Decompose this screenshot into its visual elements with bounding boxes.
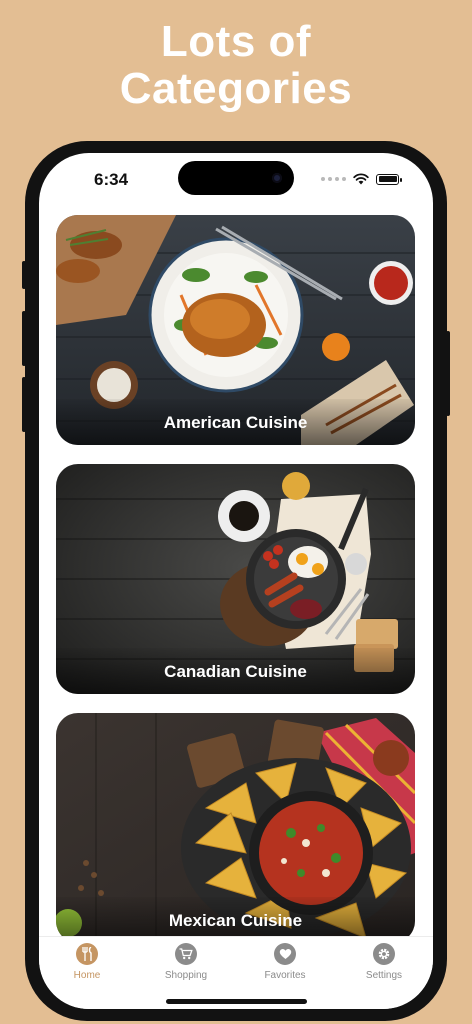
- tab-label: Home: [73, 970, 101, 981]
- utensils-icon: [76, 943, 98, 965]
- phone-frame: 6:34 American Cuisine Canadian Cuisine M…: [22, 141, 450, 1021]
- tab-settings[interactable]: Settings: [344, 943, 424, 981]
- home-indicator[interactable]: [166, 999, 307, 1004]
- category-title: Mexican Cuisine: [168, 911, 303, 930]
- category-title: American Cuisine: [163, 413, 308, 432]
- category-card-mexican[interactable]: Mexican Cuisine: [56, 713, 415, 943]
- action-button: [22, 261, 26, 289]
- category-card-american[interactable]: American Cuisine: [56, 215, 415, 445]
- promo-headline: Lots of Categories: [0, 18, 472, 112]
- gear-icon: [373, 943, 395, 965]
- app-screen: 6:34 American Cuisine Canadian Cuisine M…: [39, 153, 433, 1009]
- tab-label: Favorites: [264, 970, 306, 981]
- category-card-canadian[interactable]: Canadian Cuisine: [56, 464, 415, 694]
- cart-icon: [175, 943, 197, 965]
- tab-shopping[interactable]: Shopping: [146, 943, 226, 981]
- camera-icon: [272, 173, 282, 183]
- status-indicators: [321, 173, 402, 185]
- tab-label: Shopping: [164, 970, 208, 981]
- status-time: 6:34: [94, 170, 129, 189]
- category-title: Canadian Cuisine: [164, 662, 307, 681]
- dynamic-island: [178, 161, 294, 195]
- tab-label: Settings: [365, 970, 403, 981]
- power-button: [446, 331, 450, 416]
- tab-home[interactable]: Home: [47, 943, 127, 981]
- volume-up-button: [22, 311, 26, 366]
- signal-icon: [321, 177, 346, 181]
- volume-down-button: [22, 377, 26, 432]
- headline-line-2: Categories: [119, 64, 353, 113]
- headline-line-1: Lots of: [160, 17, 312, 66]
- wifi-icon: [353, 173, 369, 185]
- heart-icon: [274, 943, 296, 965]
- battery-icon: [376, 173, 402, 185]
- tab-favorites[interactable]: Favorites: [245, 943, 325, 981]
